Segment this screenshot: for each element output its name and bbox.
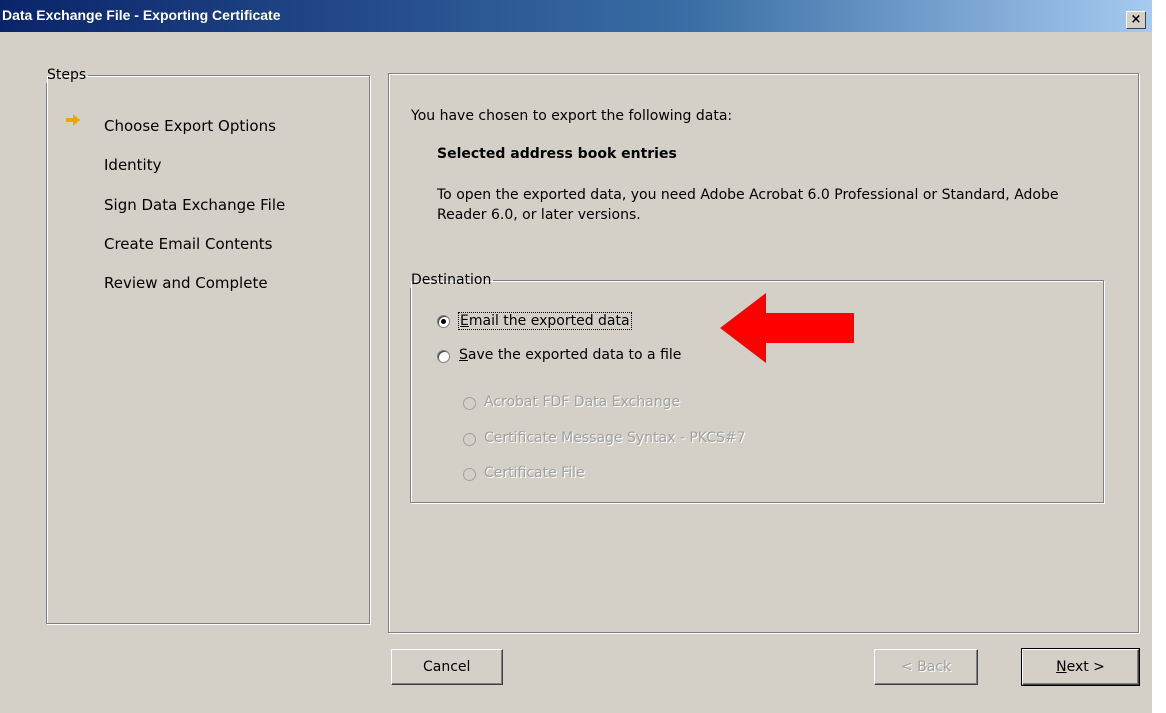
email-mnemonic: E xyxy=(460,313,469,329)
close-button[interactable]: × xyxy=(1126,11,1146,29)
save-label-rest: ave the exported data to a file xyxy=(467,347,682,363)
steps-group: Steps xyxy=(46,67,370,624)
dialog-window: Data Exchange File - Exporting Certifica… xyxy=(0,0,1152,713)
next-mnemonic: N xyxy=(1056,659,1067,675)
certificate-file-label: Certificate File xyxy=(484,465,585,481)
save-mnemonic: S xyxy=(459,347,468,363)
fdf-format-label: Acrobat FDF Data Exchange xyxy=(484,394,681,410)
pkcs7-format-label: Certificate Message Syntax - PKCS#7 xyxy=(484,430,746,446)
pkcs7-format-radio[interactable] xyxy=(463,433,476,446)
certificate-file-radio[interactable] xyxy=(463,468,476,481)
email-label-rest: mail the exported data xyxy=(468,313,630,329)
email-radio-label[interactable]: Email the exported data xyxy=(458,312,632,330)
step-choose-export-options: Choose Export Options xyxy=(104,117,276,135)
selection-summary: Selected address book entries xyxy=(437,146,677,162)
save-to-file-radio-label[interactable]: Save the exported data to a file xyxy=(459,347,681,363)
cancel-button[interactable]: Cancel xyxy=(391,649,503,685)
red-annotation-arrow-icon xyxy=(720,293,854,363)
back-button[interactable]: < Back xyxy=(874,649,978,685)
window-title: Data Exchange File - Exporting Certifica… xyxy=(2,7,281,23)
save-to-file-radio[interactable] xyxy=(437,350,450,363)
step-review-and-complete: Review and Complete xyxy=(104,274,268,292)
destination-legend: Destination xyxy=(411,272,492,288)
title-bar[interactable]: Data Exchange File - Exporting Certifica… xyxy=(0,0,1152,32)
next-label-rest: ext > xyxy=(1066,659,1105,675)
fdf-format-radio[interactable] xyxy=(463,397,476,410)
requirement-text-line1: To open the exported data, you need Adob… xyxy=(437,187,1059,203)
requirement-text-line2: Reader 6.0, or later versions. xyxy=(437,207,641,223)
next-button[interactable]: Next > xyxy=(1021,648,1140,686)
intro-text: You have chosen to export the following … xyxy=(411,108,733,124)
step-identity: Identity xyxy=(104,156,162,174)
email-radio[interactable] xyxy=(437,315,450,328)
step-create-email-contents: Create Email Contents xyxy=(104,235,273,253)
step-sign-data-exchange-file: Sign Data Exchange File xyxy=(104,196,286,214)
steps-legend: Steps xyxy=(47,67,87,83)
current-step-arrow-icon xyxy=(66,114,80,126)
